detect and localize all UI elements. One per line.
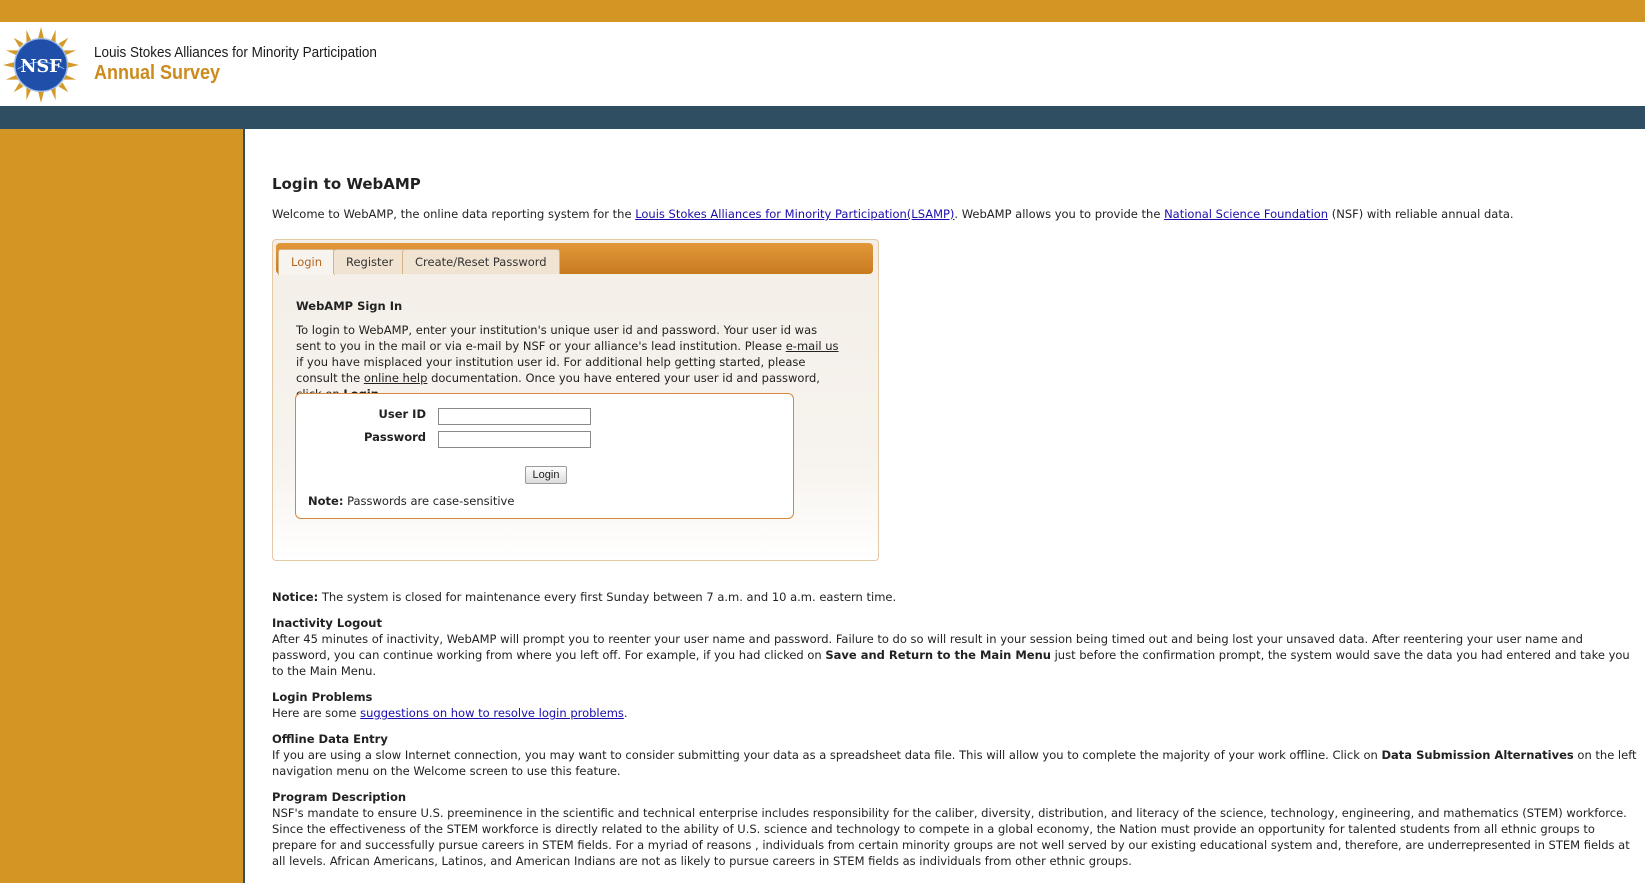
tab-register[interactable]: Register — [333, 249, 407, 274]
notice-label: Notice: — [272, 590, 319, 604]
login-panel: Login Register Create/Reset Password Web… — [272, 239, 879, 561]
info-sections: Notice: The system is closed for mainten… — [272, 589, 1637, 879]
top-stripe — [0, 0, 1645, 22]
welcome-suffix: (NSF) with reliable annual data. — [1328, 207, 1514, 221]
nsf-logo[interactable]: NSF — [2, 26, 80, 104]
lsamp-link[interactable]: Louis Stokes Alliances for Minority Part… — [635, 207, 954, 221]
survey-name: Annual Survey — [94, 62, 221, 84]
note-label: Note: — [308, 494, 344, 508]
online-help-link[interactable]: online help — [364, 371, 428, 385]
welcome-middle: . WebAMP allows you to provide the — [954, 207, 1165, 221]
inactivity-text: After 45 minutes of inactivity, WebAMP w… — [272, 631, 1637, 679]
login-problems-link[interactable]: suggestions on how to resolve login prob… — [360, 706, 624, 720]
program-section: Program Description NSF's mandate to ens… — [272, 789, 1637, 869]
signin-instructions: To login to WebAMP, enter your instituti… — [296, 322, 841, 402]
inactivity-title: Inactivity Logout — [272, 616, 382, 630]
logo-text: NSF — [20, 57, 62, 77]
main-content: Login to WebAMP Welcome to WebAMP, the o… — [272, 129, 1637, 868]
login-problems-text: Here are some suggestions on how to reso… — [272, 705, 1637, 721]
login-problems-section: Login Problems Here are some suggestions… — [272, 689, 1637, 721]
nsf-link[interactable]: National Science Foundation — [1164, 207, 1328, 221]
email-us-link[interactable]: e-mail us — [786, 339, 839, 353]
signin-text-1: To login to WebAMP, enter your instituti… — [296, 323, 818, 353]
inactivity-section: Inactivity Logout After 45 minutes of in… — [272, 615, 1637, 679]
welcome-prefix: Welcome to WebAMP, the online data repor… — [272, 207, 636, 221]
offline-text: If you are using a slow Internet connect… — [272, 747, 1637, 779]
program-title: Program Description — [272, 790, 407, 804]
inactivity-bold: Save and Return to the Main Menu — [825, 648, 1051, 662]
site-header: NSF Louis Stokes Alliances for Minority … — [0, 22, 1645, 106]
welcome-text: Welcome to WebAMP, the online data repor… — [272, 206, 1637, 222]
left-nav-panel — [0, 129, 245, 883]
login-button[interactable]: Login — [525, 466, 567, 484]
offline-section: Offline Data Entry If you are using a sl… — [272, 731, 1637, 779]
notice-section: Notice: The system is closed for mainten… — [272, 589, 1637, 605]
login-problems-title: Login Problems — [272, 690, 373, 704]
password-label: Password — [364, 430, 426, 444]
user-id-label: User ID — [378, 407, 426, 421]
tab-login[interactable]: Login — [278, 249, 336, 275]
signin-title: WebAMP Sign In — [296, 299, 403, 313]
program-name: Louis Stokes Alliances for Minority Part… — [94, 44, 377, 61]
login-problems-suffix: . — [623, 706, 628, 720]
password-note: Note: Passwords are case-sensitive — [308, 493, 514, 509]
note-text: Passwords are case-sensitive — [343, 494, 515, 508]
user-id-input[interactable] — [438, 408, 591, 425]
offline-title: Offline Data Entry — [272, 732, 388, 746]
login-problems-prefix: Here are some — [272, 706, 361, 720]
page-title: Login to WebAMP — [272, 175, 421, 193]
top-nav-bar — [0, 106, 1645, 129]
offline-text-1: If you are using a slow Internet connect… — [272, 748, 1382, 762]
password-input[interactable] — [438, 431, 591, 448]
tab-create-reset-password[interactable]: Create/Reset Password — [402, 249, 560, 274]
program-text: NSF's mandate to ensure U.S. preeminence… — [272, 806, 1630, 868]
site-title: Louis Stokes Alliances for Minority Part… — [94, 44, 408, 85]
tab-bar: Login Register Create/Reset Password — [276, 243, 873, 275]
offline-bold: Data Submission Alternatives — [1381, 748, 1574, 762]
notice-text: The system is closed for maintenance eve… — [318, 590, 897, 604]
login-form: User ID Password Login Note: Passwords a… — [295, 393, 794, 519]
